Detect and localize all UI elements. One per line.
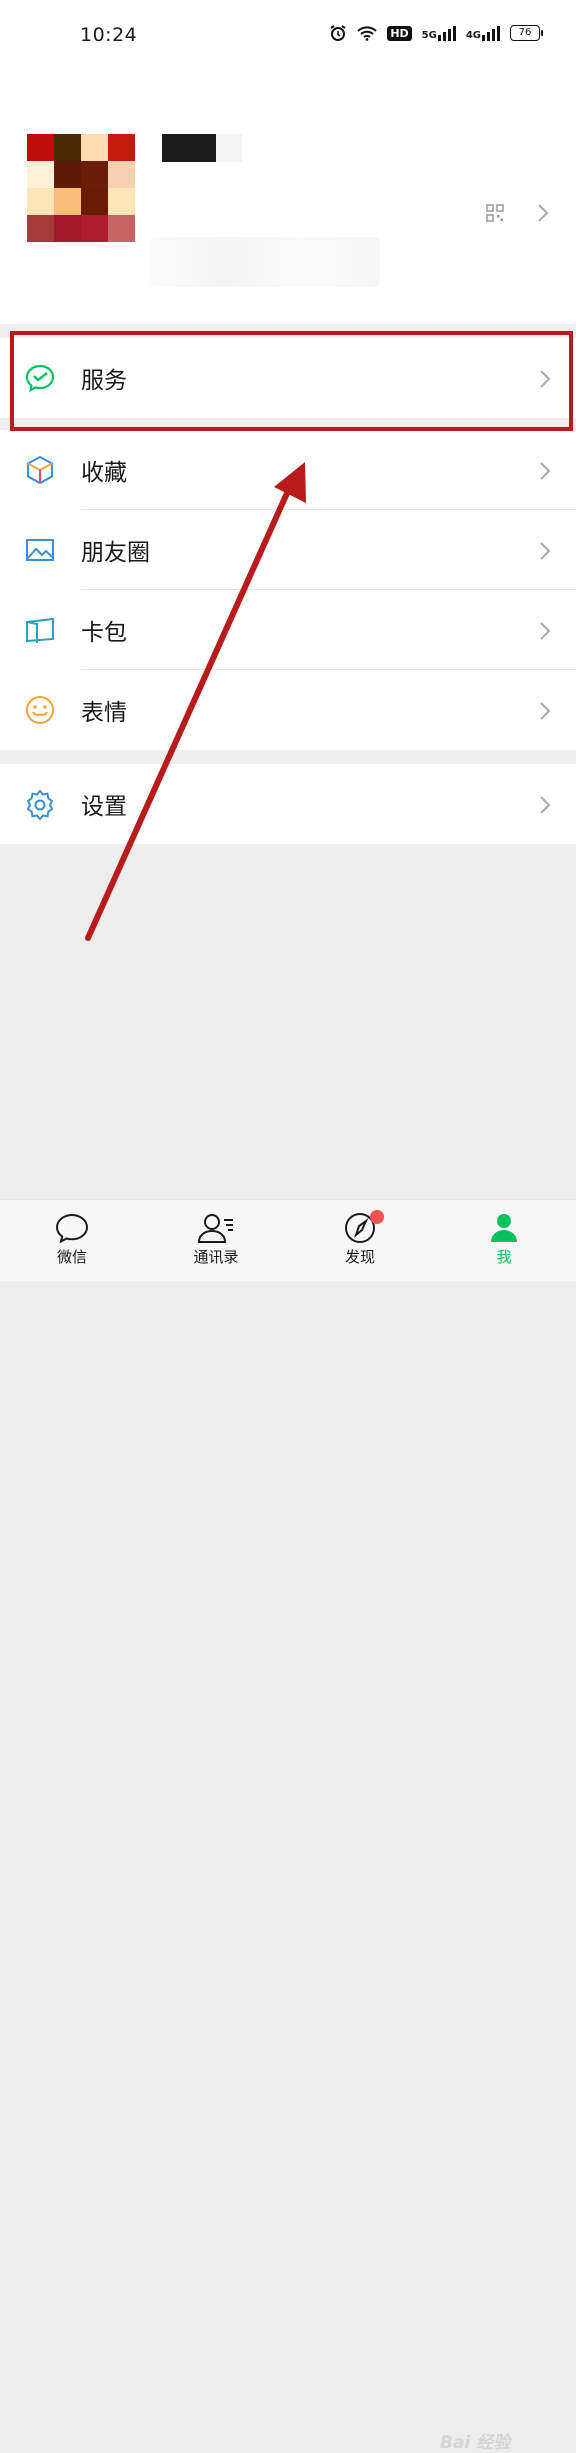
- menu-item-favorites[interactable]: 收藏: [0, 430, 576, 510]
- menu-item-label: 卡包: [81, 620, 127, 646]
- watermark: Bai 经验: [440, 2433, 511, 2453]
- net-4g-label: 4G: [465, 30, 481, 41]
- card-wallet-icon: [26, 617, 54, 643]
- status-bar: 10:24 HD 5G 4G 76: [0, 0, 576, 72]
- avatar[interactable]: [27, 134, 135, 242]
- favorites-cube-icon: [27, 455, 53, 485]
- chevron-right-icon: [540, 796, 551, 814]
- chevron-right-icon: [538, 204, 549, 222]
- alarm-icon: [330, 25, 346, 41]
- status-icons: HD 5G 4G 76: [329, 24, 543, 42]
- menu-group-settings: 设置: [0, 764, 576, 844]
- wifi-icon: [357, 26, 378, 41]
- tab-label: 微信: [56, 1248, 87, 1266]
- status-time: 10:24: [80, 24, 138, 46]
- signal-5g-icon: 5G: [422, 25, 456, 41]
- menu-item-settings[interactable]: 设置: [0, 764, 576, 844]
- tab-label: 我: [496, 1248, 512, 1266]
- tab-label: 通讯录: [193, 1248, 239, 1266]
- nickname-redacted: [162, 134, 242, 162]
- chevron-right-icon: [540, 542, 551, 560]
- bottom-tab-bar: 微信 通讯录 发现 我 Bai 经验: [0, 1199, 576, 2453]
- tab-contacts[interactable]: 通讯录: [144, 1200, 288, 1281]
- battery-icon: 76: [510, 25, 543, 41]
- menu-group-main: 收藏 朋友圈 卡包 表情: [0, 430, 576, 750]
- chevron-right-icon: [540, 462, 551, 480]
- menu-item-card-wallet[interactable]: 卡包: [0, 590, 576, 670]
- net-5g-label: 5G: [421, 30, 437, 41]
- menu-item-label: 表情: [81, 700, 127, 726]
- notification-dot: [370, 1210, 384, 1224]
- menu-item-label: 朋友圈: [81, 540, 150, 566]
- me-person-icon: [491, 1214, 517, 1242]
- qr-code-icon[interactable]: [486, 204, 504, 222]
- chevron-right-icon: [540, 702, 551, 720]
- tab-chats[interactable]: 微信: [0, 1200, 144, 1281]
- wechat-id-redacted: [150, 237, 380, 287]
- tab-discover[interactable]: 发现: [288, 1200, 432, 1281]
- sticker-smile-icon: [26, 696, 54, 724]
- highlight-box: [10, 331, 573, 431]
- moments-image-icon: [26, 539, 54, 561]
- menu-item-label: 收藏: [81, 460, 127, 486]
- settings-gear-icon: [26, 789, 54, 820]
- chevron-right-icon: [540, 622, 551, 640]
- chat-bubble-icon: [55, 1213, 89, 1244]
- menu-item-moments[interactable]: 朋友圈: [0, 510, 576, 590]
- hd-badge: HD: [387, 25, 412, 41]
- profile-header[interactable]: [0, 72, 576, 324]
- tab-me[interactable]: 我: [432, 1200, 576, 1281]
- menu-item-label: 设置: [81, 794, 127, 820]
- contacts-icon: [197, 1214, 233, 1243]
- menu-item-stickers[interactable]: 表情: [0, 670, 576, 750]
- tab-label: 发现: [344, 1248, 375, 1266]
- signal-4g-icon: 4G: [466, 25, 500, 41]
